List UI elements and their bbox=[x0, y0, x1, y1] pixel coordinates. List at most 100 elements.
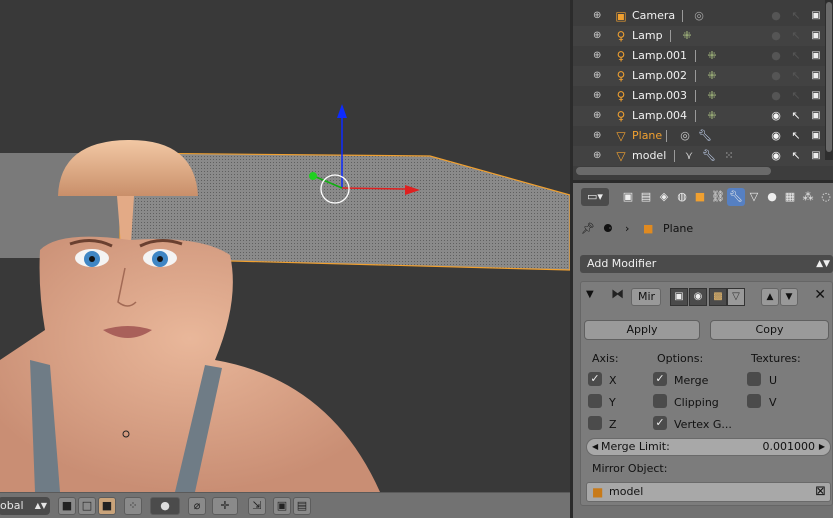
outliner-row-model[interactable]: ⊕ ▽ model ⋎ 🔧︎ ⁙ ◉ ↖ ▣ bbox=[573, 146, 833, 166]
expand-icon[interactable]: ⊕ bbox=[593, 150, 605, 162]
pivot-icon[interactable]: ⁘ bbox=[124, 497, 142, 515]
outliner-horizontal-scrollbar[interactable] bbox=[573, 165, 833, 175]
data-tab-icon[interactable]: ▽ bbox=[745, 188, 763, 206]
select-cursor-icon[interactable]: ↖ bbox=[789, 48, 803, 64]
axis-x-checkbox[interactable]: ✓ bbox=[588, 372, 602, 386]
visibility-eye-icon[interactable]: ● bbox=[769, 8, 783, 24]
lamp-data-icon[interactable]: ⁜ bbox=[704, 108, 720, 124]
select-cursor-icon[interactable]: ↖ bbox=[789, 148, 803, 164]
render-camera-icon[interactable]: ▣ bbox=[809, 128, 823, 144]
expand-icon[interactable]: ⊕ bbox=[593, 90, 605, 102]
scrollbar-thumb[interactable] bbox=[576, 167, 771, 175]
render-layers-tab-icon[interactable]: ▤ bbox=[637, 188, 655, 206]
constraints-tab-icon[interactable]: ⛓ bbox=[709, 188, 727, 206]
mirror-object-field[interactable]: ■ model ⊠ bbox=[586, 482, 831, 502]
armature-grid-icon[interactable]: ⁙ bbox=[721, 148, 737, 164]
lamp-data-icon[interactable]: ⁜ bbox=[704, 48, 720, 64]
3d-viewport[interactable]: obal ▲▼ ■ □ ■ ⁘ ● ⌀ ✛ ⇲ ▣ ▤ bbox=[0, 0, 570, 518]
outliner-row-lamp002[interactable]: ⊕ ♀ Lamp.002 ⁜ ● ↖ ▣ bbox=[573, 66, 833, 86]
visibility-eye-icon[interactable]: ● bbox=[769, 68, 783, 84]
lamp-data-icon[interactable]: ⁜ bbox=[679, 28, 695, 44]
apply-button[interactable]: Apply bbox=[584, 320, 700, 340]
decrement-arrow-icon[interactable]: ◀ bbox=[592, 439, 598, 455]
particles-tab-icon[interactable]: ⁂ bbox=[799, 188, 817, 206]
outliner-vertical-scrollbar[interactable] bbox=[825, 0, 833, 160]
render-camera-icon[interactable]: ▣ bbox=[809, 148, 823, 164]
render-camera-icon[interactable]: ▣ bbox=[809, 108, 823, 124]
visibility-eye-icon[interactable]: ● bbox=[769, 88, 783, 104]
expand-icon[interactable]: ⊕ bbox=[593, 10, 605, 22]
vertex-groups-checkbox[interactable]: ✓ bbox=[653, 416, 667, 430]
select-cursor-icon[interactable]: ↖ bbox=[789, 68, 803, 84]
render-tab-icon[interactable]: ▣ bbox=[619, 188, 637, 206]
editmode-toggle-icon[interactable]: ▩ bbox=[709, 288, 727, 306]
increment-arrow-icon[interactable]: ▶ bbox=[819, 439, 825, 455]
outliner[interactable]: ⊕ ▣ Camera ◎ ● ↖ ▣ ⊕ ♀ Lamp ⁜ ● ↖ ▣ ⊕ ♀ … bbox=[573, 0, 833, 180]
visibility-eye-icon[interactable]: ● bbox=[769, 28, 783, 44]
lamp-data-icon[interactable]: ⁜ bbox=[704, 88, 720, 104]
editor-type-icon[interactable]: ▭▾ bbox=[581, 188, 609, 206]
cage-toggle-icon[interactable]: ▽ bbox=[727, 288, 745, 306]
render-camera-icon[interactable]: ▣ bbox=[809, 68, 823, 84]
remove-modifier-close-icon[interactable]: ✕ bbox=[814, 287, 826, 303]
clapper-icon[interactable]: ▤ bbox=[293, 497, 311, 515]
render-camera-icon[interactable]: ▣ bbox=[809, 48, 823, 64]
wrench-icon[interactable]: 🔧︎ bbox=[701, 148, 717, 164]
expand-icon[interactable]: ⊕ bbox=[593, 50, 605, 62]
object-tab-icon[interactable]: ■ bbox=[691, 188, 709, 206]
render-camera-icon[interactable]: ▣ bbox=[809, 28, 823, 44]
scene-tab-icon[interactable]: ◈ bbox=[655, 188, 673, 206]
clipping-checkbox[interactable] bbox=[653, 394, 667, 408]
axis-z-checkbox[interactable] bbox=[588, 416, 602, 430]
outliner-row-lamp[interactable]: ⊕ ♀ Lamp ⁜ ● ↖ ▣ bbox=[573, 26, 833, 46]
scrollbar-thumb[interactable] bbox=[826, 2, 832, 152]
manipulator-icon[interactable]: ✛ bbox=[212, 497, 238, 515]
move-up-icon[interactable]: ▲ bbox=[761, 288, 779, 306]
render-toggle-icon[interactable]: ▣ bbox=[670, 288, 688, 306]
modifier-name-field[interactable]: Mir bbox=[631, 288, 661, 306]
render-camera-icon[interactable]: ▣ bbox=[809, 8, 823, 24]
wrench-icon[interactable]: 🔧︎ bbox=[697, 128, 713, 144]
axis-y-checkbox[interactable] bbox=[588, 394, 602, 408]
move-down-icon[interactable]: ▼ bbox=[780, 288, 798, 306]
camera-render-icon[interactable]: ▣ bbox=[273, 497, 291, 515]
merge-limit-field[interactable]: ◀ Merge Limit: 0.001000 ▶ bbox=[586, 438, 831, 456]
expand-icon[interactable]: ⊕ bbox=[593, 70, 605, 82]
outliner-row-lamp004[interactable]: ⊕ ♀ Lamp.004 ⁜ ◉ ↖ ▣ bbox=[573, 106, 833, 126]
shading-dot-icon[interactable]: ● bbox=[150, 497, 180, 515]
orientation-select[interactable]: obal ▲▼ bbox=[0, 497, 50, 515]
material-tab-icon[interactable]: ● bbox=[763, 188, 781, 206]
visibility-eye-icon[interactable]: ● bbox=[769, 48, 783, 64]
texture-tab-icon[interactable]: ▦ bbox=[781, 188, 799, 206]
select-cursor-icon[interactable]: ↖ bbox=[789, 88, 803, 104]
physics-tab-icon[interactable]: ◌ bbox=[817, 188, 833, 206]
outliner-row-lamp003[interactable]: ⊕ ♀ Lamp.003 ⁜ ● ↖ ▣ bbox=[573, 86, 833, 106]
solid-cube-icon[interactable]: ■ bbox=[58, 497, 76, 515]
mesh-data-icon[interactable]: ◎ bbox=[677, 128, 693, 144]
pin-icon[interactable]: 📌︎ bbox=[581, 221, 595, 237]
expand-icon[interactable]: ⊕ bbox=[593, 30, 605, 42]
select-cursor-icon[interactable]: ↖ bbox=[789, 8, 803, 24]
visibility-eye-icon[interactable]: ◉ bbox=[769, 148, 783, 164]
expand-icon[interactable]: ⊕ bbox=[593, 110, 605, 122]
copy-button[interactable]: Copy bbox=[710, 320, 829, 340]
outliner-row-lamp001[interactable]: ⊕ ♀ Lamp.001 ⁜ ● ↖ ▣ bbox=[573, 46, 833, 66]
select-cursor-icon[interactable]: ↖ bbox=[789, 28, 803, 44]
snap-icon[interactable]: ⌀ bbox=[188, 497, 206, 515]
visibility-eye-icon[interactable]: ◉ bbox=[769, 128, 783, 144]
expand-icon[interactable]: ⊕ bbox=[593, 130, 605, 142]
viewport-toggle-eye-icon[interactable]: ◉ bbox=[689, 288, 707, 306]
merge-checkbox[interactable]: ✓ bbox=[653, 372, 667, 386]
viewport-scene[interactable] bbox=[0, 0, 570, 492]
render-icon[interactable]: ⇲ bbox=[248, 497, 266, 515]
collapse-triangle-icon[interactable]: ▼ bbox=[586, 289, 594, 300]
render-camera-icon[interactable]: ▣ bbox=[809, 88, 823, 104]
outliner-row-camera[interactable]: ⊕ ▣ Camera ◎ ● ↖ ▣ bbox=[573, 6, 833, 26]
lamp-data-icon[interactable]: ⁜ bbox=[704, 68, 720, 84]
clear-field-close-icon[interactable]: ⊠ bbox=[815, 483, 826, 501]
modifier-tab-icon[interactable]: 🔧︎ bbox=[727, 188, 745, 206]
texture-cube-icon[interactable]: ■ bbox=[98, 497, 116, 515]
visibility-eye-icon[interactable]: ◉ bbox=[769, 108, 783, 124]
select-cursor-icon[interactable]: ↖ bbox=[789, 128, 803, 144]
vertex-group-icon[interactable]: ⋎ bbox=[681, 148, 697, 164]
